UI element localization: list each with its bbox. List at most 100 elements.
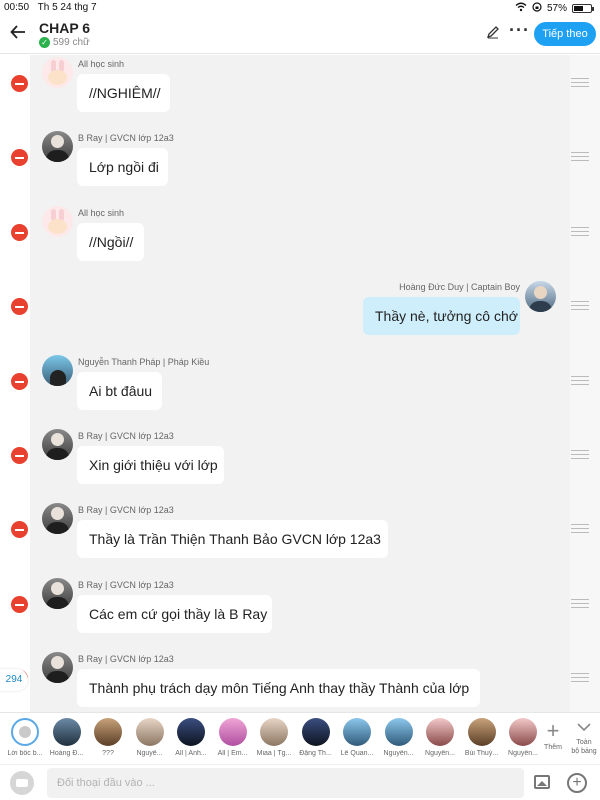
edit-button[interactable] (486, 25, 500, 43)
character-avatar (135, 718, 164, 746)
sender-name: All học sinh (78, 208, 125, 218)
character-avatar (384, 718, 413, 746)
delete-message-button[interactable] (11, 521, 28, 538)
delete-message-button[interactable] (11, 596, 28, 613)
drag-handle-icon[interactable] (571, 152, 589, 161)
character-item[interactable]: Nguyễ... (130, 718, 170, 757)
message-bubble[interactable]: Xin giới thiệu với lớp (77, 446, 224, 484)
all-characters-button[interactable]: Toàn bộ bảng (569, 719, 599, 756)
plus-icon: + (546, 718, 560, 743)
delete-message-button[interactable] (11, 447, 28, 464)
character-item[interactable]: Nguyễn... (379, 718, 419, 757)
drag-handle-icon[interactable] (571, 450, 589, 459)
sender-name: B Ray | GVCN lớp 12a3 (78, 133, 174, 143)
more-options-button[interactable]: ··· (509, 20, 530, 41)
status-bar: 00:50 Th 5 24 thg 7 57% (0, 0, 600, 16)
character-avatar (301, 718, 330, 746)
avatar[interactable] (42, 131, 73, 162)
all-characters-label: Toàn bộ bảng (571, 739, 597, 755)
chevron-down-icon (569, 719, 599, 735)
character-item[interactable]: Hoàng Đ... (47, 718, 87, 757)
delete-message-button[interactable] (11, 149, 28, 166)
character-name: Đặng Th... (299, 750, 332, 757)
character-item[interactable]: All | Em... (213, 718, 253, 757)
character-item[interactable]: Bùi Thuý... (462, 718, 502, 757)
add-circle-icon[interactable]: + (567, 773, 587, 793)
message-row[interactable]: All học sinh //Ngồi// (0, 204, 600, 278)
message-bubble[interactable]: Các em cứ gọi thầy là B Ray (77, 595, 272, 633)
add-character-button[interactable]: + Thêm (541, 718, 565, 752)
drag-handle-icon[interactable] (571, 227, 589, 236)
image-icon[interactable] (534, 775, 550, 789)
message-bubble[interactable]: Ai bt đâuu (77, 372, 162, 410)
drag-handle-icon[interactable] (571, 524, 589, 533)
drag-handle-icon[interactable] (571, 673, 589, 682)
character-avatar (11, 718, 39, 746)
pencil-icon (486, 26, 499, 39)
chapter-title: CHAP 6 (39, 20, 91, 36)
delete-message-button[interactable] (11, 373, 28, 390)
avatar[interactable] (42, 652, 73, 683)
message-bubble[interactable]: Thầy là Trần Thiện Thanh Bảo GVCN lớp 12… (77, 520, 388, 558)
back-button[interactable] (10, 24, 26, 44)
message-bubble[interactable]: Thành phụ trách dạy môn Tiếng Anh thay t… (77, 669, 480, 707)
header: CHAP 6 ✓ 599 chữ ··· Tiếp theo (0, 16, 600, 54)
avatar[interactable] (42, 206, 73, 237)
character-avatar (52, 718, 81, 746)
dialogue-input[interactable] (47, 768, 524, 798)
character-avatar (467, 718, 496, 746)
character-item[interactable]: ??? (88, 718, 128, 757)
character-name: ??? (102, 750, 114, 757)
next-button[interactable]: Tiếp theo (534, 22, 596, 46)
character-item[interactable]: Nguyễn... (503, 718, 543, 757)
character-item[interactable]: Nguyễn... (420, 718, 460, 757)
sender-name: Nguyễn Thanh Pháp | Pháp Kiều (78, 357, 210, 367)
delete-message-button[interactable] (11, 298, 28, 315)
sender-name: B Ray | GVCN lớp 12a3 (78, 580, 174, 590)
message-row[interactable]: B Ray | GVCN lớp 12a3 Các em cứ gọi thầy … (0, 576, 600, 650)
avatar[interactable] (42, 578, 73, 609)
character-item[interactable]: All | Anh... (171, 718, 211, 757)
character-bar: Lời bốc b... Hoàng Đ...??? Nguyễ... All | A… (0, 712, 600, 764)
drag-handle-icon[interactable] (571, 301, 589, 310)
sender-name: B Ray | GVCN lớp 12a3 (78, 654, 174, 664)
character-name: Hoàng Đ... (49, 750, 84, 757)
message-row[interactable]: B Ray | GVCN lớp 12a3 Thầy là Trần Thiện … (0, 501, 600, 575)
character-item[interactable]: Lê Quan... (337, 718, 377, 757)
delete-message-button[interactable] (11, 75, 28, 92)
avatar[interactable] (42, 429, 73, 460)
message-row[interactable]: B Ray | GVCN lớp 12a3 Lớp ngồi đi (0, 129, 600, 203)
drag-handle-icon[interactable] (571, 376, 589, 385)
character-avatar (426, 718, 454, 746)
avatar[interactable] (42, 503, 73, 534)
check-icon: ✓ (39, 37, 50, 48)
avatar[interactable] (42, 57, 73, 88)
character-item[interactable]: Đặng Th... (296, 718, 336, 757)
message-row[interactable]: All học sinh //NGHIÊM// (0, 55, 600, 129)
status-date: Th 5 24 thg 7 (37, 2, 97, 13)
character-item[interactable]: Lời bốc b... (5, 718, 45, 757)
character-avatar (177, 718, 205, 746)
character-name: Nguyễ... (136, 750, 163, 757)
drag-handle-icon[interactable] (571, 599, 589, 608)
status-time: 00:50 (4, 2, 30, 13)
character-name: Lời bốc b... (7, 750, 43, 757)
message-bubble[interactable]: //NGHIÊM// (77, 74, 170, 112)
drag-handle-icon[interactable] (571, 78, 589, 87)
sender-name: Hoàng Đức Duy | Captain Boy (399, 282, 520, 292)
avatar[interactable] (42, 355, 73, 386)
character-item[interactable]: Miaa | Tg... (254, 718, 294, 757)
message-row[interactable]: B Ray | GVCN lớp 12a3 Xin giới thiệu với … (0, 427, 600, 501)
avatar[interactable] (525, 281, 556, 312)
comment-icon[interactable] (10, 771, 34, 795)
message-bubble[interactable]: Lớp ngồi đi (77, 148, 168, 186)
character-avatar (94, 718, 122, 746)
message-bubble[interactable]: //Ngồi// (77, 223, 144, 261)
message-bubble[interactable]: Thầy nè, tưởng cô chớ (363, 297, 520, 335)
message-row[interactable]: Hoàng Đức Duy | Captain Boy Thầy nè, tưởn… (0, 278, 600, 352)
character-name: Bùi Thuý... (464, 750, 499, 757)
unread-count-badge[interactable]: 294 (0, 669, 28, 691)
delete-message-button[interactable] (11, 224, 28, 241)
character-name: All | Anh... (175, 750, 207, 757)
message-row[interactable]: Nguyễn Thanh Pháp | Pháp Kiều Ai bt đâuu (0, 353, 600, 427)
